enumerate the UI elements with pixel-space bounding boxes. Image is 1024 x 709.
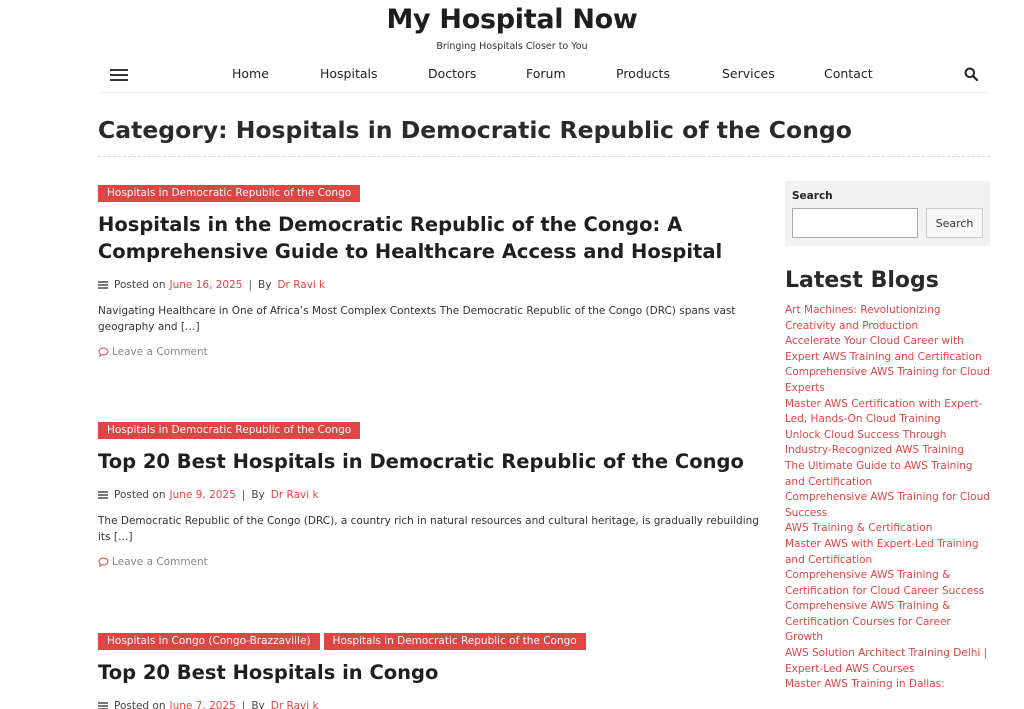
post-card: Hospitals in Congo (Congo-Brazzaville) Ho… [98,629,768,709]
post-excerpt: The Democratic Republic of the Congo (DR… [98,515,759,543]
post-author[interactable]: Dr Ravi k [277,279,325,291]
latest-blog-link[interactable]: Art Machines: Revolutionizing Creativity… [785,303,990,334]
nav-item-forum[interactable]: Forum [526,66,566,81]
post-meta: Posted on June 16, 2025 | By Dr Ravi k [98,279,768,291]
hamburger-icon[interactable] [110,68,128,82]
category-tag[interactable]: Hospitals in Democratic Republic of the … [98,422,361,439]
latest-blog-link[interactable]: The Ultimate Guide to AWS Training and C… [785,459,990,490]
posted-on-label: Posted on [114,489,166,501]
search-button[interactable]: Search [926,208,983,238]
posted-on-label: Posted on [114,279,166,291]
search-input[interactable] [792,208,918,238]
meta-separator: | [241,700,246,709]
latest-blog-link[interactable]: Comprehensive AWS Training & Certificati… [785,568,990,599]
post-tags: Hospitals in Democratic Republic of the … [98,418,768,439]
post-date[interactable]: June 9, 2025 [170,489,236,501]
leave-comment-link[interactable]: Leave a Comment [98,346,768,358]
latest-blog-link[interactable]: Master AWS with Expert-Led Training and … [785,537,990,568]
category-tag[interactable]: Hospitals in Democratic Republic of the … [98,185,361,202]
nav-item-contact[interactable]: Contact [824,66,873,81]
comment-icon [98,347,109,357]
category-title: Category: Hospitals in Democratic Republ… [98,116,852,144]
latest-blog-link[interactable]: AWS Solution Architect Training Delhi | … [785,646,990,677]
post-meta: Posted on June 9, 2025 | By Dr Ravi k [98,489,768,501]
nav-item-products[interactable]: Products [616,66,670,81]
search-widget-label: Search [792,190,833,202]
latest-blog-link[interactable]: Master AWS Certification with Expert-Led… [785,397,990,428]
post-title[interactable]: Hospitals in the Democratic Republic of … [98,211,768,265]
post-date[interactable]: June 7, 2025 [170,700,236,709]
category-tag[interactable]: Hospitals in Congo (Congo-Brazzaville) [98,633,320,650]
main-nav: Home Hospitals Doctors Forum Products Se… [98,60,990,93]
meta-separator: | [248,279,253,291]
latest-blog-link[interactable]: Comprehensive AWS Training for Cloud Exp… [785,365,990,396]
post-tags: Hospitals in Democratic Republic of the … [98,181,768,202]
latest-blog-link[interactable]: AWS Training & Certification [785,521,990,537]
comment-label: Leave a Comment [112,556,208,568]
search-icon[interactable] [964,66,980,82]
by-label: By [258,279,272,291]
by-label: By [251,700,265,709]
divider [98,156,990,157]
search-widget: Search Search [785,181,990,246]
latest-blog-link[interactable]: Unlock Cloud Success Through Industry-Re… [785,428,990,459]
post-date[interactable]: June 16, 2025 [170,279,243,291]
menu-lines-icon [98,281,108,289]
latest-blog-link[interactable]: Comprehensive AWS Training & Certificati… [785,599,990,646]
leave-comment-link[interactable]: Leave a Comment [98,556,768,568]
comment-icon [98,557,109,567]
post-author[interactable]: Dr Ravi k [271,700,319,709]
posted-on-label: Posted on [114,700,166,709]
site-title[interactable]: My Hospital Now [0,4,1024,35]
nav-item-services[interactable]: Services [722,66,775,81]
nav-item-hospitals[interactable]: Hospitals [320,66,378,81]
post-title[interactable]: Top 20 Best Hospitals in Congo [98,659,768,686]
post-card: Hospitals in Democratic Republic of the … [98,418,768,568]
post-card: Hospitals in Democratic Republic of the … [98,181,768,358]
post-meta: Posted on June 7, 2025 | By Dr Ravi k [98,700,768,709]
post-excerpt: Navigating Healthcare in One of Africa’s… [98,305,736,333]
latest-blogs-list: Art Machines: Revolutionizing Creativity… [785,303,990,693]
menu-lines-icon [98,491,108,499]
menu-lines-icon [98,702,108,709]
post-tags: Hospitals in Congo (Congo-Brazzaville) Ho… [98,629,768,650]
category-tag[interactable]: Hospitals in Democratic Republic of the … [323,633,586,650]
nav-item-home[interactable]: Home [232,66,269,81]
by-label: By [251,489,265,501]
post-author[interactable]: Dr Ravi k [271,489,319,501]
nav-item-doctors[interactable]: Doctors [428,66,476,81]
site-tagline: Bringing Hospitals Closer to You [436,41,588,52]
meta-separator: | [241,489,246,501]
latest-blog-link[interactable]: Comprehensive AWS Training for Cloud Suc… [785,490,990,521]
post-title[interactable]: Top 20 Best Hospitals in Democratic Repu… [98,448,768,475]
comment-label: Leave a Comment [112,346,208,358]
latest-blogs-title: Latest Blogs [785,268,939,293]
latest-blog-link[interactable]: Master AWS Training in Dallas: [785,677,990,693]
latest-blog-link[interactable]: Accelerate Your Cloud Career with Expert… [785,334,990,365]
